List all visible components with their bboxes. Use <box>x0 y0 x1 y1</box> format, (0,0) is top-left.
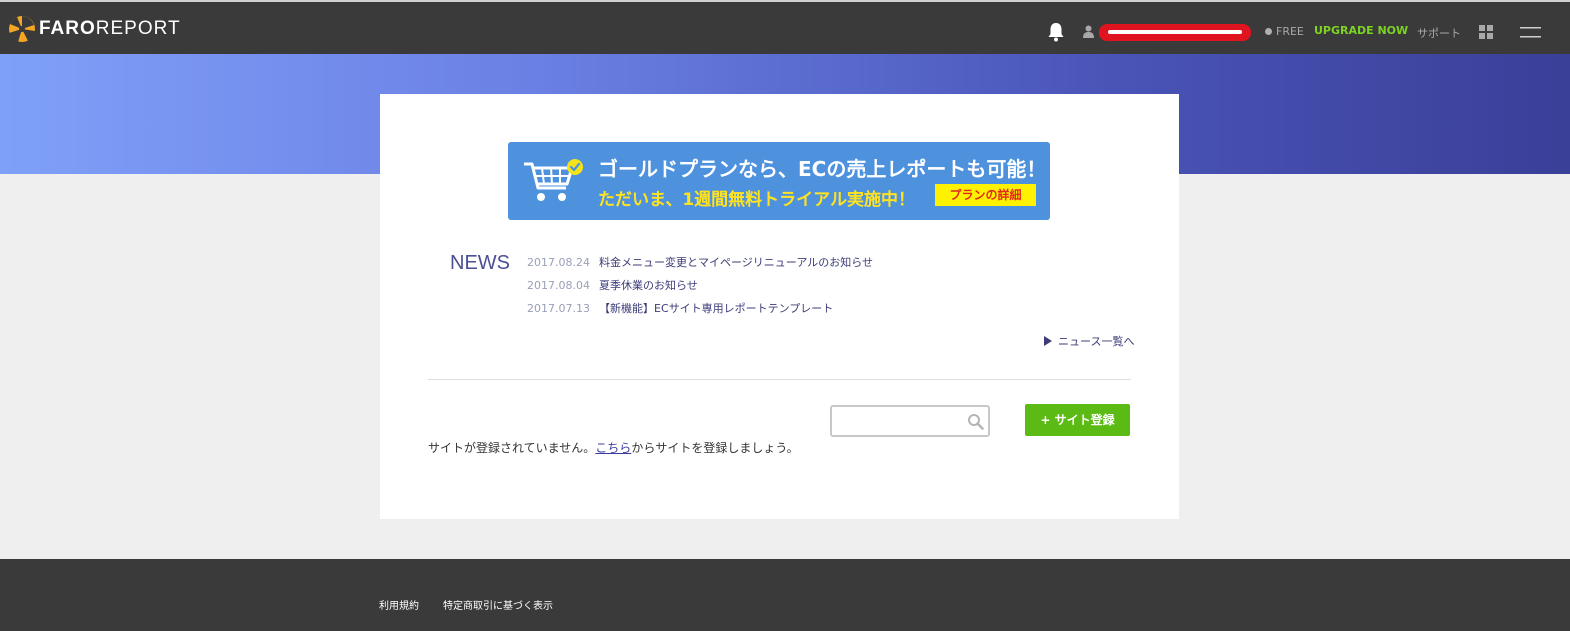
news-title[interactable]: 夏季休業のお知らせ <box>599 279 698 292</box>
bell-icon[interactable] <box>1047 22 1065 42</box>
banner-headline: ゴールドプランなら、ECの売上レポートも可能！ <box>598 157 1047 181</box>
divider <box>428 379 1131 380</box>
site-search-box[interactable] <box>830 405 990 437</box>
logo-text-bold: FARO <box>39 18 96 39</box>
logo-text-light: REPORT <box>95 18 181 39</box>
logo-text: FAROREPORT <box>39 18 181 40</box>
no-sites-message: サイトが登録されていません。こちらからサイトを登録しましょう。 <box>428 439 799 456</box>
commercial-transactions-link[interactable]: 特定商取引に基づく表示 <box>443 597 553 612</box>
support-link[interactable]: サポート <box>1417 25 1461 41</box>
news-item[interactable]: 2017.07.13 【新機能】ECサイト専用レポートテンプレート <box>527 300 833 316</box>
register-site-link[interactable]: こちら <box>595 441 631 455</box>
grid-icon[interactable] <box>1479 25 1493 39</box>
search-icon[interactable] <box>967 413 984 430</box>
news-item[interactable]: 2017.08.24 料金メニュー変更とマイページリニューアルのお知らせ <box>527 254 873 270</box>
upgrade-now-link[interactable]: UPGRADE NOW <box>1314 24 1408 37</box>
news-item[interactable]: 2017.08.04 夏季休業のお知らせ <box>527 277 698 293</box>
user-icon <box>1083 25 1094 38</box>
news-list-link[interactable]: ニュース一覧へ <box>1044 333 1134 349</box>
news-date: 2017.08.24 <box>527 256 590 269</box>
no-sites-prefix: サイトが登録されていません。 <box>428 441 596 455</box>
redaction-mark <box>1108 30 1242 34</box>
user-name-redacted[interactable] <box>1099 24 1251 41</box>
gold-plan-banner[interactable]: ゴールドプランなら、ECの売上レポートも可能！ ただいま、1週間無料トライアル実… <box>508 142 1050 220</box>
plan-label: FREE <box>1276 25 1304 38</box>
logo-icon <box>9 16 35 42</box>
no-sites-suffix: からサイトを登録しましょう。 <box>631 441 799 455</box>
news-list-label: ニュース一覧へ <box>1058 335 1135 348</box>
faroreport-logo[interactable]: FAROREPORT <box>8 15 181 43</box>
banner-subheadline: ただいま、1週間無料トライアル実施中！ <box>598 190 915 210</box>
terms-of-use-link[interactable]: 利用規約 <box>379 597 419 612</box>
news-date: 2017.08.04 <box>527 279 590 292</box>
plan-status: FREE <box>1265 25 1304 38</box>
top-navigation-bar: FAROREPORT FREE UPGRADE NOW サポート <box>0 0 1570 54</box>
footer: 利用規約 特定商取引に基づく表示 <box>0 559 1570 631</box>
plan-details-button[interactable]: プランの詳細 <box>935 184 1036 206</box>
news-date: 2017.07.13 <box>527 302 590 315</box>
play-triangle-icon <box>1044 336 1052 346</box>
plan-dot-icon <box>1265 28 1272 35</box>
shopping-cart-icon <box>524 159 583 201</box>
main-card: ゴールドプランなら、ECの売上レポートも可能！ ただいま、1週間無料トライアル実… <box>380 94 1179 519</box>
hamburger-menu-icon[interactable] <box>1520 27 1541 38</box>
news-title[interactable]: 料金メニュー変更とマイページリニューアルのお知らせ <box>599 256 873 269</box>
add-site-button[interactable]: + サイト登録 <box>1025 404 1130 436</box>
news-heading: NEWS <box>450 252 510 274</box>
news-title[interactable]: 【新機能】ECサイト専用レポートテンプレート <box>599 302 833 315</box>
site-search-input[interactable] <box>836 411 962 431</box>
